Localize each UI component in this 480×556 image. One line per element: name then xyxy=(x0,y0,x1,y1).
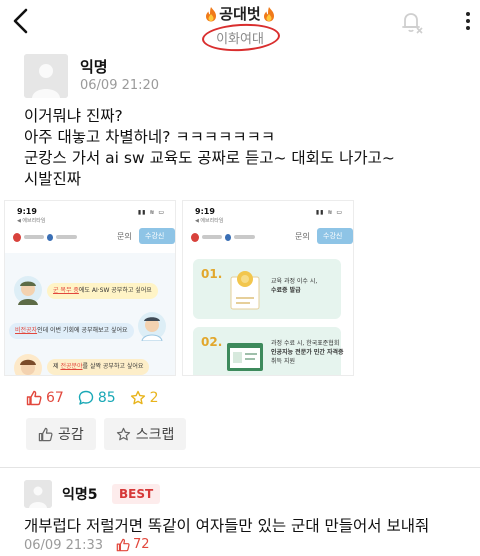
soldier-icon xyxy=(14,276,42,305)
attached-image-1[interactable]: 9:19 ◀ 에브리타임 ▮▮ ≋ ▭ 문의 수강신청 군 복무 중에도 AI·… xyxy=(4,200,176,376)
benefit-text: 과정 수료 시, 한국표준협회 인공지능 전문가 민간 자격증 취득 지원 xyxy=(271,340,344,365)
apply-button: 수강신청 xyxy=(317,228,353,256)
post-actions: 공감 스크랩 xyxy=(26,418,187,450)
avatar xyxy=(24,54,68,98)
scrap-button-label: 스크랩 xyxy=(135,426,175,442)
post-body: 이거뭐냐 진짜? 아주 대놓고 차별하네? ㅋㅋㅋㅋㅋㅋㅋ 군캉스 가서 ai … xyxy=(24,106,395,190)
benefit-card: 01. 교육 과정 이수 시, 수료증 발급 xyxy=(193,259,341,319)
star-icon xyxy=(116,427,130,440)
comment-icon xyxy=(78,390,94,405)
best-badge: BEST xyxy=(112,484,161,504)
status-time: 9:19 xyxy=(17,207,37,216)
thumbs-up-icon xyxy=(26,390,42,406)
status-time: 9:19 xyxy=(195,207,215,216)
like-count: 67 xyxy=(26,390,64,406)
school-name: 이화여대 xyxy=(201,21,281,53)
site-logo xyxy=(191,231,255,243)
post-time: 06/09 21:20 xyxy=(80,78,160,93)
license-card-icon xyxy=(227,343,263,371)
default-profile-icon xyxy=(24,480,52,508)
comment-text: 개부럽다 저럴거면 똑같이 여자들만 있는 군대 만들어서 보내줘 xyxy=(24,517,430,535)
site-logo xyxy=(13,231,77,243)
star-icon xyxy=(130,390,145,405)
more-options-icon[interactable] xyxy=(462,10,474,32)
default-profile-icon xyxy=(24,54,68,98)
top-bar: 공대벗 이화여대 xyxy=(0,0,480,53)
comment-time: 06/09 21:33 xyxy=(24,538,104,553)
benefit-text: 교육 과정 이수 시, 수료증 발급 xyxy=(271,278,318,294)
image-content: 군 복무 중에도 AI·SW 공부하고 싶어요 비전공자인데 이번 기회에 공부… xyxy=(5,253,175,375)
status-back-label: ◀ 에브리타임 xyxy=(17,218,46,224)
student-icon xyxy=(138,312,166,341)
post-line: 이거뭐냐 진짜? xyxy=(24,107,123,125)
red-circle-annotation xyxy=(201,21,281,53)
comment-like-count: 72 xyxy=(116,537,150,552)
post-author: 익명 xyxy=(80,58,108,76)
comment-author: 익명5 xyxy=(62,487,98,503)
attached-image-2[interactable]: 9:19 ◀ 에브리타임 ▮▮ ≋ ▭ 문의 수강신청 01. 교육 과정 이수… xyxy=(182,200,354,376)
comment-avatar xyxy=(24,480,52,508)
status-icons: ▮▮ ≋ ▭ xyxy=(137,209,165,216)
status-back-label: ◀ 에브리타임 xyxy=(195,218,224,224)
board-title-text: 공대벗 xyxy=(219,5,261,23)
apply-button: 수강신청 xyxy=(139,228,175,256)
benefit-number: 01. xyxy=(201,267,223,281)
post-line: 군캉스 가서 ai sw 교육도 공짜로 듣고~ 대회도 나가고~ xyxy=(24,149,395,167)
inquiry-link: 문의 xyxy=(295,232,310,241)
scrap-button[interactable]: 스크랩 xyxy=(103,418,187,450)
status-icons: ▮▮ ≋ ▭ xyxy=(315,209,343,216)
speech-bubble: 제 전공분야를 살짝 공부하고 싶어요 xyxy=(47,359,150,375)
benefit-number: 02. xyxy=(201,335,223,349)
post-line: 아주 대놓고 차별하네? ㅋㅋㅋㅋㅋㅋㅋ xyxy=(24,128,276,146)
board-title[interactable]: 공대벗 xyxy=(204,3,275,24)
like-button[interactable]: 공감 xyxy=(26,418,96,450)
student-icon xyxy=(14,354,42,375)
divider xyxy=(0,467,480,468)
thumbs-up-icon xyxy=(38,427,53,441)
post-line: 시발진짜 xyxy=(24,170,82,188)
speech-bubble: 비전공자인데 이번 기회에 공부해보고 싶어요 xyxy=(9,323,134,339)
attached-images: 9:19 ◀ 에브리타임 ▮▮ ≋ ▭ 문의 수강신청 군 복무 중에도 AI·… xyxy=(4,200,474,376)
thumbs-up-icon xyxy=(116,538,130,551)
certificate-icon xyxy=(230,271,260,310)
benefit-card: 02. 과정 수료 시, 한국표준협회 인공지능 전문가 민간 자격증 취득 지… xyxy=(193,327,344,375)
like-button-label: 공감 xyxy=(58,426,84,442)
post-stats: 67 85 2 xyxy=(26,390,159,406)
comment-count: 85 xyxy=(78,390,116,406)
fire-icon xyxy=(206,6,217,21)
inquiry-link: 문의 xyxy=(117,232,132,241)
fire-icon xyxy=(263,6,274,21)
post-author-block: 익명 06/09 21:20 xyxy=(24,54,159,98)
speech-bubble: 군 복무 중에도 AI·SW 공부하고 싶어요 xyxy=(47,283,158,299)
scrap-count: 2 xyxy=(130,390,159,406)
notification-off-icon[interactable] xyxy=(398,9,424,35)
